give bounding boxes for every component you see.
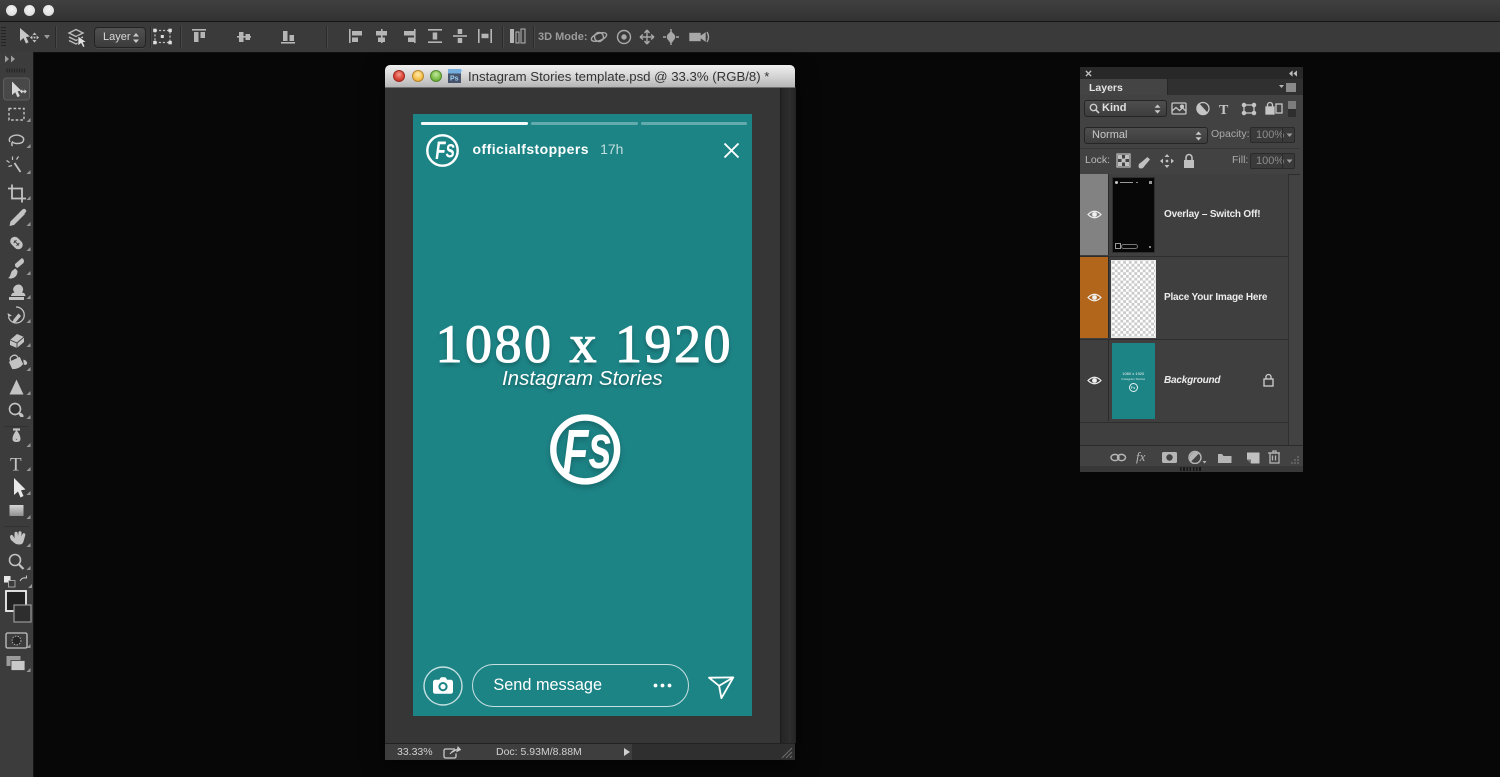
svg-text:Fs: Fs [435, 135, 455, 165]
svg-text:Fs: Fs [563, 413, 612, 486]
svg-text:T: T [10, 455, 22, 476]
svg-text:Ps: Ps [450, 76, 459, 83]
svg-text:T: T [1219, 103, 1229, 117]
svg-text:fx: fx [1136, 449, 1146, 464]
